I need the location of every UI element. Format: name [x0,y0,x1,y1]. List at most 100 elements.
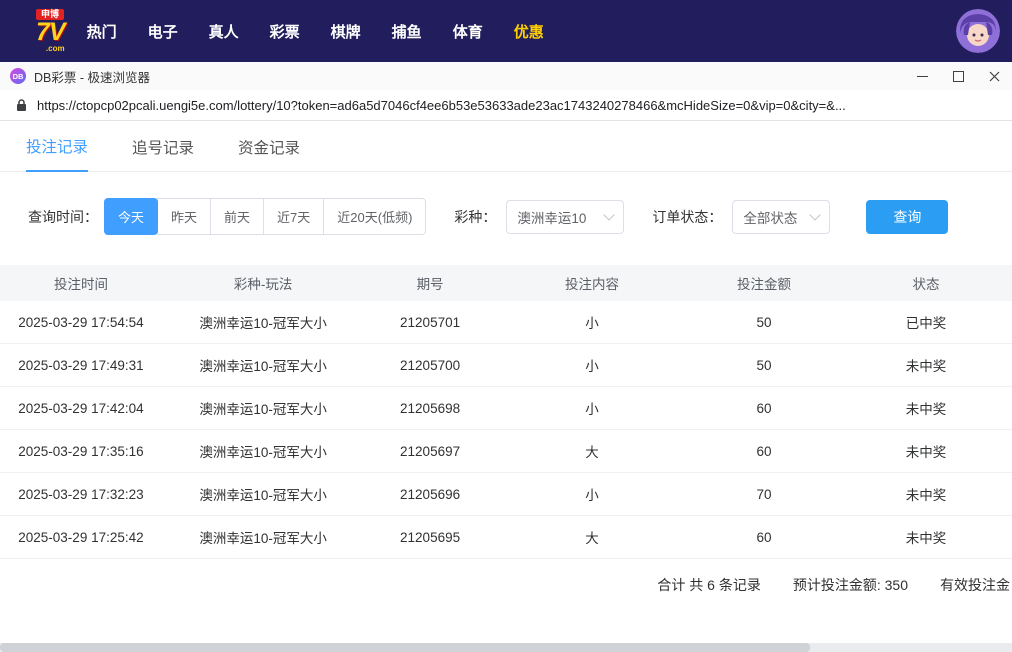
record-tabs: 投注记录 追号记录 资金记录 [0,121,1012,172]
nav-item-promotions[interactable]: 优惠 [514,21,544,42]
cell-amount: 60 [688,515,840,559]
cell-game: 澳洲幸运10-冠军大小 [161,472,365,516]
cell-amount: 50 [688,343,840,387]
table-row: 2025-03-29 17:25:42 澳洲幸运10-冠军大小 21205695… [0,515,1012,559]
time-filter-7days[interactable]: 近7天 [263,198,325,235]
summary-valid-amount: 有效投注金 [940,577,1010,593]
summary-total-records: 合计 共 6 条记录 [657,577,761,593]
scrollbar-thumb[interactable] [0,643,810,652]
bet-records-table: 投注时间 彩种-玩法 期号 投注内容 投注金额 状态 2025-03-29 17… [0,265,1012,559]
cell-issue: 21205700 [364,343,496,387]
table-row: 2025-03-29 17:49:31 澳洲幸运10-冠军大小 21205700… [0,343,1012,387]
close-icon [989,71,999,81]
cell-bet-time: 2025-03-29 17:42:04 [0,386,162,430]
order-status-select[interactable]: 全部状态 [732,199,831,234]
nav-item-boardgames[interactable]: 棋牌 [331,21,361,42]
cell-content: 小 [495,386,689,430]
cell-issue: 21205695 [364,515,496,559]
site-logo[interactable]: 申博 7V .com [36,9,66,53]
tab-bet-records[interactable]: 投注记录 [26,135,89,172]
cell-content: 小 [495,472,689,516]
lottery-label: 彩种： [454,208,497,225]
lottery-selected-value: 澳洲幸运10 [517,210,587,226]
cell-game: 澳洲幸运10-冠军大小 [161,429,365,473]
tab-chase-records[interactable]: 追号记录 [132,136,194,171]
cell-bet-time: 2025-03-29 17:35:16 [0,429,162,473]
table-row: 2025-03-29 17:35:16 澳洲幸运10-冠军大小 21205697… [0,429,1012,473]
close-button[interactable] [976,62,1012,90]
cell-content: 大 [495,429,689,473]
summary-expected-amount: 预计投注金额: 350 [792,577,908,593]
cell-bet-time: 2025-03-29 17:32:23 [0,472,162,516]
nav-item-lottery[interactable]: 彩票 [270,21,300,42]
logo-main-text: 7V [36,18,66,46]
cell-bet-time: 2025-03-29 17:49:31 [0,343,162,387]
nav-item-slots[interactable]: 电子 [148,21,178,42]
app-icon: DB [10,68,26,84]
cell-content: 小 [495,301,689,344]
cell-content: 大 [495,515,689,559]
user-avatar[interactable] [956,9,1000,53]
nav-item-live[interactable]: 真人 [209,21,239,42]
minimize-button[interactable] [904,62,940,90]
address-bar[interactable]: https://ctopcp02pcali.uengi5e.com/lotter… [0,90,1012,121]
cell-content: 小 [495,343,689,387]
cell-game: 澳洲幸运10-冠军大小 [161,386,365,430]
cell-amount: 50 [688,301,840,344]
tab-funds-records[interactable]: 资金记录 [238,136,300,171]
window-controls [904,62,1012,90]
cell-status: 未中奖 [839,515,1012,559]
cell-status: 未中奖 [839,429,1012,473]
table-row: 2025-03-29 17:32:23 澳洲幸运10-冠军大小 21205696… [0,472,1012,516]
cell-status: 未中奖 [839,343,1012,387]
table-header-row: 投注时间 彩种-玩法 期号 投注内容 投注金额 状态 [0,265,1012,301]
avatar-illustration [956,9,1000,53]
cell-game: 澳洲幸运10-冠军大小 [161,343,365,387]
col-header-content: 投注内容 [495,265,689,301]
logo-sub-text: .com [45,44,65,53]
col-header-game: 彩种-玩法 [161,265,365,301]
table-row: 2025-03-29 17:42:04 澳洲幸运10-冠军大小 21205698… [0,386,1012,430]
chevron-down-icon [809,209,822,221]
status-selected-value: 全部状态 [743,210,798,226]
nav-item-hot[interactable]: 热门 [87,21,117,42]
cell-game: 澳洲幸运10-冠军大小 [161,301,365,344]
chevron-down-icon [603,209,616,221]
lottery-select[interactable]: 澳洲幸运10 [506,199,625,234]
col-header-bet-time: 投注时间 [0,265,162,301]
col-header-amount: 投注金额 [688,265,840,301]
screen: 申博 7V .com 热门 电子 真人 彩票 棋牌 捕鱼 体育 优惠 DB DB… [0,0,1012,652]
top-nav-bar: 申博 7V .com 热门 电子 真人 彩票 棋牌 捕鱼 体育 优惠 [0,0,1012,62]
cell-bet-time: 2025-03-29 17:25:42 [0,515,162,559]
minimize-icon [916,75,928,77]
cell-status: 已中奖 [839,301,1012,344]
window-title: DB彩票 - 极速浏览器 [34,70,150,85]
time-filter-yesterday[interactable]: 昨天 [157,198,212,235]
horizontal-scrollbar[interactable] [0,643,1012,652]
cell-amount: 70 [688,472,840,516]
table-row: 2025-03-29 17:54:54 澳洲幸运10-冠军大小 21205701… [0,301,1012,344]
url-text[interactable]: https://ctopcp02pcali.uengi5e.com/lotter… [37,98,997,113]
maximize-icon [952,70,964,82]
cell-status: 未中奖 [839,472,1012,516]
time-filter-day-before[interactable]: 前天 [210,198,265,235]
nav-item-sports[interactable]: 体育 [453,21,483,42]
time-filter-20days[interactable]: 近20天(低频) [323,198,427,235]
cell-issue: 21205696 [364,472,496,516]
cell-amount: 60 [688,429,840,473]
main-nav: 热门 电子 真人 彩票 棋牌 捕鱼 体育 优惠 [87,21,544,42]
maximize-button[interactable] [940,62,976,90]
query-time-label: 查询时间： [28,208,98,225]
ssl-lock-icon[interactable] [16,98,27,112]
col-header-issue: 期号 [364,265,496,301]
cell-issue: 21205698 [364,386,496,430]
cell-amount: 60 [688,386,840,430]
col-header-status: 状态 [839,265,1012,301]
nav-item-fishing[interactable]: 捕鱼 [392,21,422,42]
filter-bar: 查询时间： 今天 昨天 前天 近7天 近20天(低频) 彩种： 澳洲幸运10 订… [28,198,1012,235]
time-filter-group: 今天 昨天 前天 近7天 近20天(低频) [104,198,427,235]
query-button[interactable]: 查询 [866,199,949,234]
time-filter-today[interactable]: 今天 [104,198,159,235]
cell-game: 澳洲幸运10-冠军大小 [161,515,365,559]
cell-status: 未中奖 [839,386,1012,430]
